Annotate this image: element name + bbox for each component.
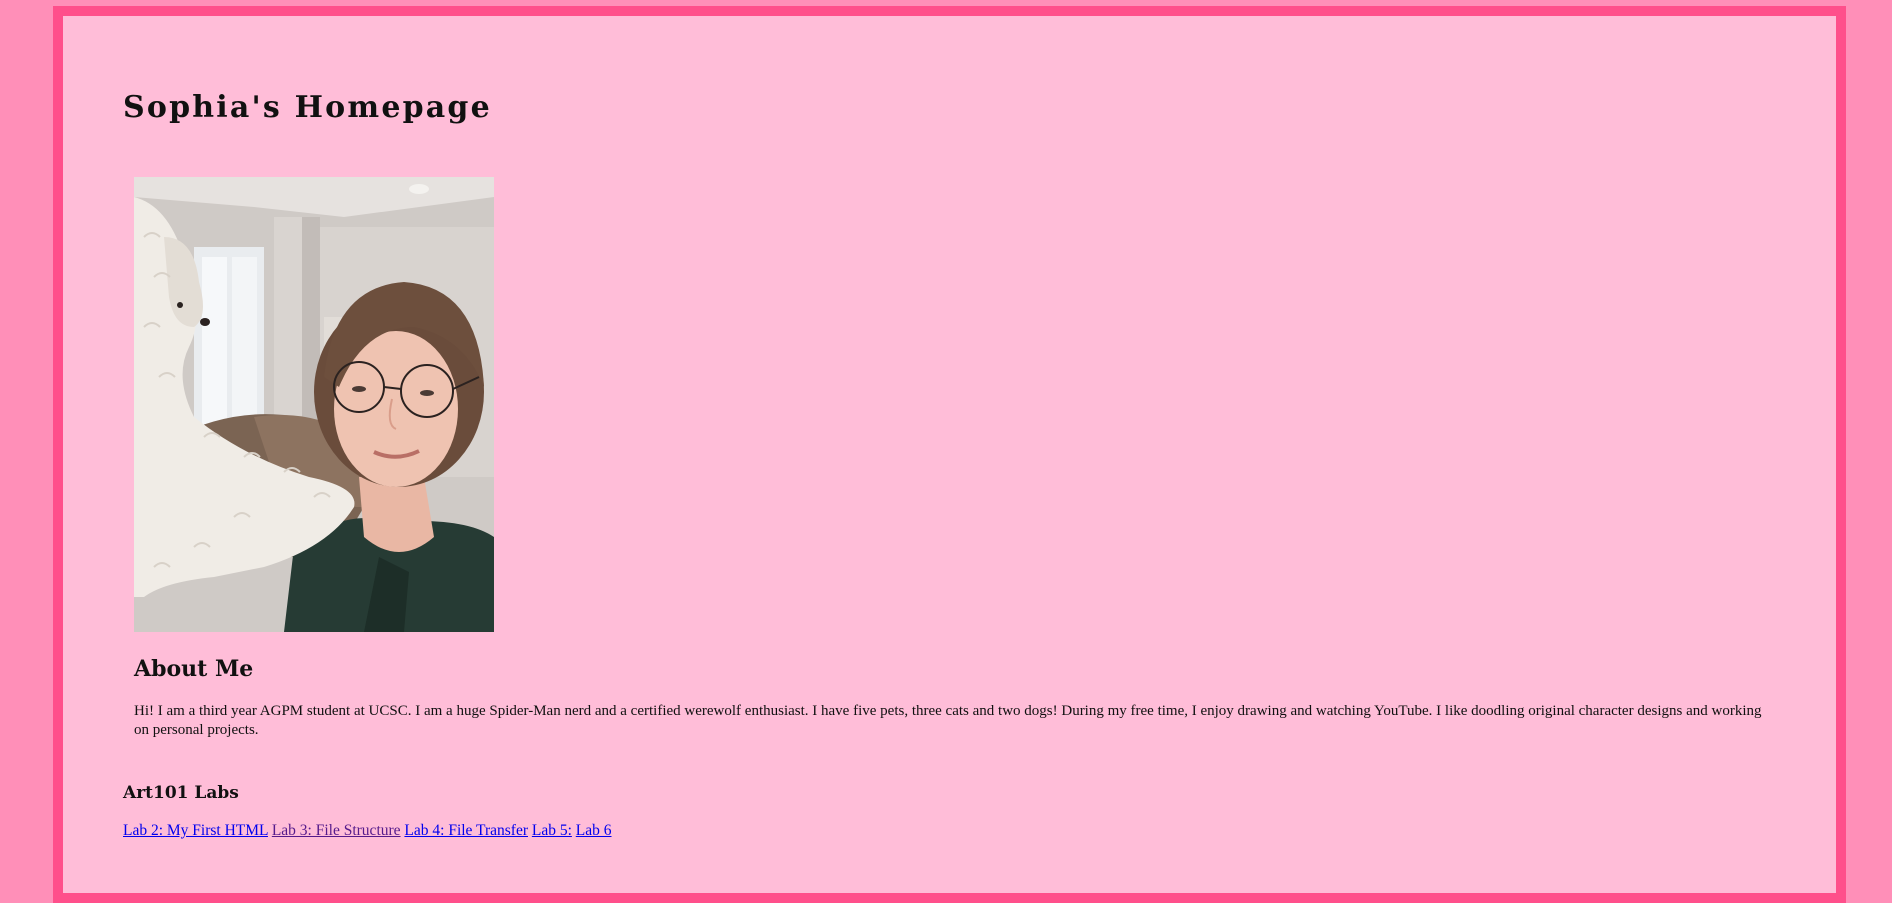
- about-text: Hi! I am a third year AGPM student at UC…: [134, 703, 1762, 738]
- lab-5-link[interactable]: Lab 5:: [532, 822, 572, 839]
- labs-link-list: Lab 2: My First HTML Lab 3: File Structu…: [123, 822, 612, 840]
- lab-3-link[interactable]: Lab 3: File Structure: [272, 822, 401, 839]
- profile-photo: [134, 177, 494, 632]
- lab-6-link[interactable]: Lab 6: [576, 822, 612, 839]
- about-heading: About Me: [134, 656, 254, 682]
- page-frame: Sophia's Homepage About Me Hi! I am a th…: [53, 6, 1846, 903]
- lab-2-link[interactable]: Lab 2: My First HTML: [123, 822, 268, 839]
- lab-4-link[interactable]: Lab 4: File Transfer: [404, 822, 528, 839]
- labs-heading: Art101 Labs: [123, 783, 239, 803]
- page-title: Sophia's Homepage: [123, 90, 492, 125]
